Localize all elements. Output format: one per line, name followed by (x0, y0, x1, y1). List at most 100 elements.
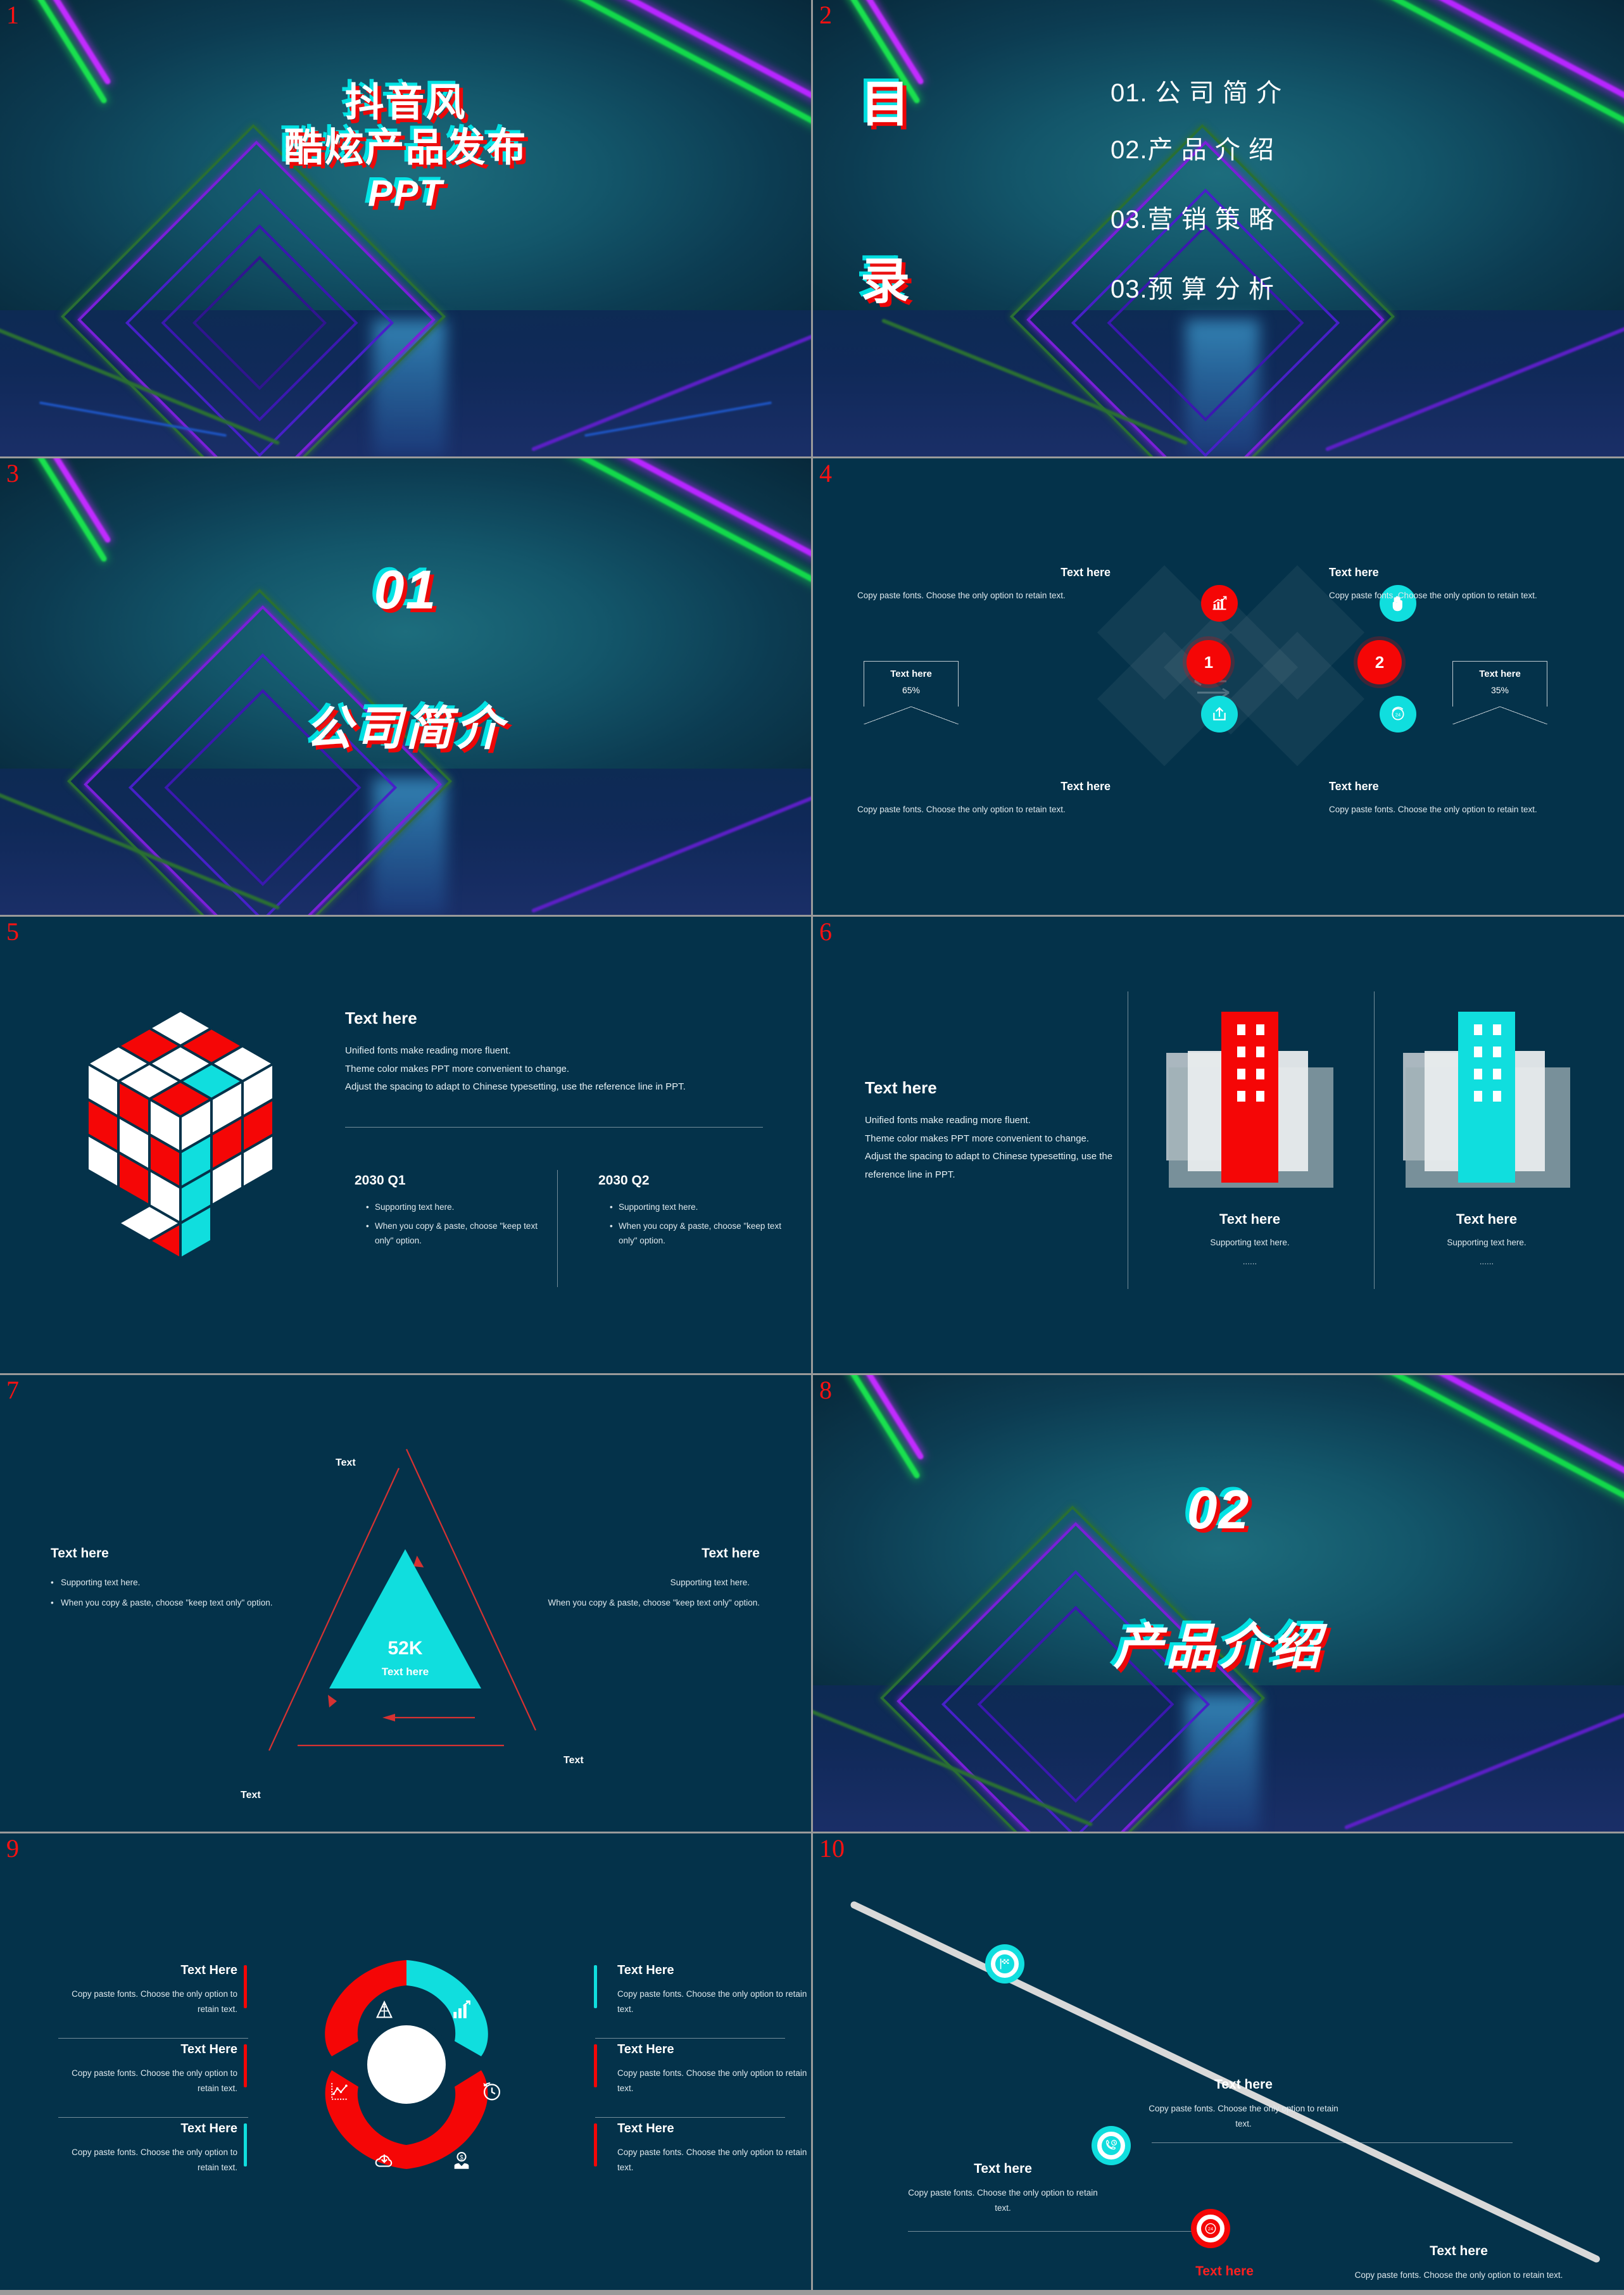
toc-item-4[interactable]: 03.预 算 分 析 (1111, 272, 1605, 306)
percent-banner-right[interactable]: Text here 35% (1452, 661, 1548, 724)
slide-5-cube[interactable]: 5 Text here Unified fonts make reading m… (0, 917, 811, 1373)
card-title-cyan: Text here (1456, 1211, 1518, 1227)
phone-clock-icon (1105, 2139, 1117, 2150)
neon-tunnel-background (0, 0, 811, 456)
bullet: When you copy & paste, choose "keep text… (548, 1597, 760, 1607)
phone-24h-icon[interactable]: 24 (1380, 696, 1416, 733)
clock-24-icon: 24 (1205, 2223, 1216, 2234)
corner-label-bottom-left: Text (241, 1790, 261, 1801)
timeline-node-1[interactable] (985, 1944, 1024, 1984)
slide-number: 1 (6, 1, 19, 29)
left-divider-2 (58, 2117, 248, 2118)
timeline-title-3: Text here (1195, 2264, 1254, 2279)
left-item-body-1: Copy paste fonts. Choose the only option… (72, 1989, 237, 2014)
timeline-node-3[interactable]: 24 (1191, 2209, 1230, 2248)
slide6-heading: Text here (865, 1078, 937, 1097)
neon-tunnel-background (0, 458, 811, 915)
quadrant-body-1: Copy paste fonts. Choose the only option… (857, 591, 1066, 600)
slide-2-table-of-contents[interactable]: 2 目 录 01. 公 司 简 介 02.产 品 介 绍 03.营 销 策 略 … (813, 0, 1624, 456)
slide-number: 3 (6, 459, 19, 487)
column-title-q1: 2030 Q1 (355, 1173, 406, 1188)
timeline-body-1: Copy paste fonts. Choose the only option… (908, 2188, 1098, 2213)
left-mark-3 (244, 2123, 247, 2166)
left-item-title-3: Text Here (180, 2122, 237, 2135)
right-item-title-2: Text Here (617, 2042, 674, 2056)
neon-tunnel-background (813, 1375, 1624, 1832)
slide5-heading: Text here (345, 1009, 417, 1028)
right-divider-1 (595, 2038, 785, 2039)
slide-10-timeline[interactable]: 10 Text here Copy paste fonts. Choose th… (813, 1833, 1624, 2290)
card-title-red: Text here (1219, 1211, 1281, 1227)
timeline-body-4: Copy paste fonts. Choose the only option… (1354, 2270, 1563, 2280)
line-chart-icon[interactable] (329, 2080, 351, 2102)
right-item-title-1: Text Here (617, 1963, 674, 1977)
slide6-paragraph-2: Theme color makes PPT more convenient to… (865, 1133, 1090, 1144)
pyramid-chart-icon[interactable] (374, 1999, 395, 2021)
slide-6-buildings[interactable]: 6 Text here Unified fonts make reading m… (813, 917, 1624, 1373)
right-divider-2 (595, 2117, 785, 2118)
left-heading: Text here (51, 1546, 109, 1561)
slide-deck: 1 抖音风 酷炫产品发布 PPT 2 目 录 01. 公 司 简 介 02.产 … (0, 0, 1624, 2295)
right-item-body-2: Copy paste fonts. Choose the only option… (617, 2068, 807, 2093)
bullet: • Supporting text here. (366, 1202, 455, 1212)
clock-history-icon[interactable] (481, 2080, 503, 2102)
bar-chart-arrow-icon[interactable] (451, 1999, 472, 2021)
bullet: • When you copy & paste, choose "keep tex… (366, 1221, 538, 1246)
banner-label: Text here (1479, 669, 1521, 679)
checkered-flag-icon (1000, 1958, 1009, 1970)
slide-4-diamond-infographic[interactable]: 4 24 1 2 Text here Copy paste fonts. Cho… (813, 458, 1624, 915)
banner-value: 35% (1490, 685, 1509, 695)
section-number: 01 (374, 560, 437, 620)
quadrant-heading-3: Text here (1061, 780, 1111, 793)
svg-text:$: $ (460, 2154, 463, 2161)
timeline-divider-1 (908, 2231, 1196, 2232)
right-item-body-1: Copy paste fonts. Choose the only option… (617, 1989, 807, 2014)
percent-banner-left[interactable]: Text here 65% (863, 661, 959, 724)
toc-item-3[interactable]: 03.营 销 策 略 (1111, 203, 1605, 237)
cover-title-line-3: PPT (368, 172, 443, 214)
right-mark-3 (594, 2123, 597, 2166)
slide5-paragraph-1: Unified fonts make reading more fluent. (345, 1045, 511, 1056)
section-number: 02 (1187, 1480, 1250, 1540)
cover-title-line-1: 抖音风 (344, 81, 467, 125)
column-divider (557, 1170, 558, 1287)
share-export-icon[interactable] (1201, 696, 1238, 733)
slide-8-section-divider[interactable]: 8 02 产品介绍 (813, 1375, 1624, 1832)
slide-1-cover[interactable]: 1 抖音风 酷炫产品发布 PPT (0, 0, 811, 456)
badge-1[interactable]: 1 (1187, 640, 1231, 684)
slide-3-section-divider[interactable]: 3 01 公司简介 (0, 458, 811, 915)
svg-text:24: 24 (1395, 712, 1401, 717)
quadrant-heading-2: Text here (1329, 566, 1379, 579)
slide-9-flower-infographic[interactable]: 9 $ Text Here Copy paste fonts. Choose t… (0, 1833, 811, 2290)
quadrant-heading-1: Text here (1061, 566, 1111, 579)
timeline-node-2[interactable] (1092, 2126, 1131, 2165)
card-subtitle-red: Supporting text here. (1210, 1238, 1290, 1247)
badge-number: 2 (1375, 652, 1385, 672)
timeline-body-2: Copy paste fonts. Choose the only option… (1149, 2104, 1338, 2128)
bar-chart-growth-icon[interactable] (1201, 585, 1238, 622)
cloud-download-icon[interactable] (374, 2150, 395, 2172)
center-label: Text here (381, 1666, 429, 1678)
six-petal-rosette (325, 1960, 488, 2169)
left-item-body-2: Copy paste fonts. Choose the only option… (72, 2068, 237, 2093)
corner-label-bottom-right: Text (563, 1755, 584, 1766)
badge-2[interactable]: 2 (1357, 640, 1402, 684)
slide-7-triangle[interactable]: 7 Text Text Text 52K Text here Text here… (0, 1375, 811, 1832)
divider (345, 1126, 763, 1128)
left-item-title-1: Text Here (180, 1963, 237, 1977)
slide-number: 6 (819, 917, 832, 946)
bullet: • When you copy & paste, choose "keep tex… (51, 1597, 273, 1607)
banner-label: Text here (890, 669, 932, 679)
card-subtitle-cyan: Supporting text here. (1447, 1238, 1526, 1247)
toc-item-1[interactable]: 01. 公 司 简 介 (1111, 76, 1605, 110)
slide-number: 8 (819, 1376, 832, 1404)
corner-label-top: Text (336, 1457, 356, 1468)
right-mark-1 (594, 1965, 597, 2008)
slide-number: 4 (819, 459, 832, 487)
left-item-title-2: Text Here (180, 2042, 237, 2056)
quadrant-body-2: Copy paste fonts. Choose the only option… (1329, 591, 1537, 600)
money-user-icon[interactable]: $ (451, 2150, 472, 2172)
timeline-title-1: Text here (974, 2161, 1032, 2176)
timeline-title-2: Text here (1214, 2077, 1273, 2092)
toc-item-2[interactable]: 02.产 品 介 绍 (1111, 133, 1605, 167)
